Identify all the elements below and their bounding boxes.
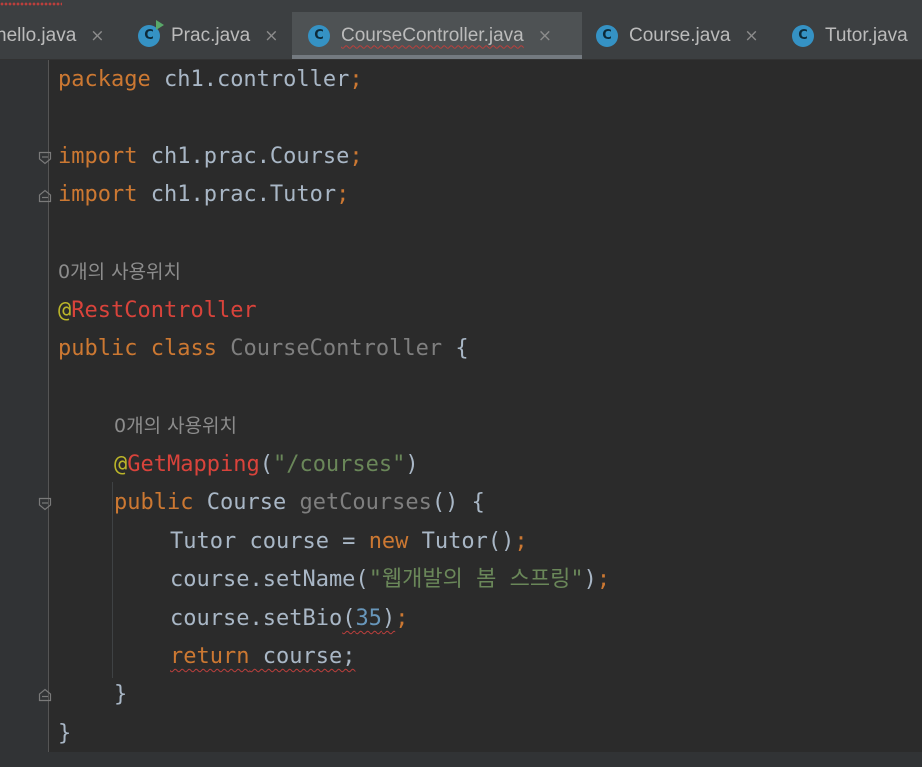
close-icon[interactable]: × — [538, 26, 552, 46]
tab-label: Tutor.java — [825, 24, 908, 46]
tab-label: CourseController.java — [341, 24, 524, 46]
code-line-method-close: } — [114, 682, 128, 707]
fold-close-icon[interactable] — [38, 189, 52, 203]
error-arg: (35) — [342, 606, 396, 631]
code-line-package: package ch1.controller; — [58, 67, 363, 92]
fold-open-icon[interactable] — [38, 151, 52, 165]
usage-hint[interactable]: 0개의 사용위치 — [114, 407, 237, 445]
editor-gutter — [0, 60, 49, 767]
code-line-import-tutor: import ch1.prac.Tutor; — [58, 182, 350, 207]
java-class-icon: C — [138, 19, 164, 47]
tab-course-java[interactable]: C Course.java × — [596, 12, 771, 59]
tab-prac-java[interactable]: C Prac.java × — [138, 12, 290, 59]
tab-label: Course.java — [629, 24, 731, 46]
tab-label: Prac.java — [171, 24, 251, 46]
editor-tab-bar: hello.java × C Prac.java × C CourseContr… — [0, 12, 922, 60]
run-icon — [156, 19, 164, 30]
indent-guide — [112, 482, 113, 678]
usage-hint[interactable]: 0개의 사용위치 — [58, 253, 181, 291]
close-icon[interactable]: × — [264, 26, 278, 46]
close-icon[interactable]: × — [744, 26, 758, 46]
java-class-icon: C — [596, 24, 618, 47]
fold-close-icon[interactable] — [38, 688, 52, 702]
code-line-set-name: course.setName("웹개발의 봄 스프링"); — [170, 567, 611, 592]
tab-hello-java[interactable]: hello.java × — [0, 12, 117, 59]
code-line-return: return course; — [170, 638, 355, 676]
code-line-set-bio: course.setBio(35); — [170, 606, 409, 631]
code-line-method-decl: public Course getCourses() { — [114, 490, 485, 515]
error-return: return course; — [170, 644, 356, 669]
code-line-import-course: import ch1.prac.Course; — [58, 144, 363, 169]
code-line-class-close: } — [58, 721, 72, 746]
code-line-new-tutor: Tutor course = new Tutor(); — [170, 529, 528, 554]
java-class-icon: C — [792, 24, 814, 47]
tab-tutor-java[interactable]: C Tutor.java — [792, 12, 908, 59]
bottom-strip — [0, 752, 922, 767]
error-squiggle — [0, 2, 62, 6]
close-icon[interactable]: × — [90, 26, 104, 46]
code-line-get-mapping: @GetMapping("/courses") — [114, 452, 419, 477]
tab-coursecontroller-java[interactable]: C CourseController.java × — [292, 12, 582, 59]
tab-label: hello.java — [0, 24, 77, 46]
java-class-icon: C — [308, 24, 330, 47]
title-strip — [0, 0, 922, 12]
code-line-annotation: @RestController — [58, 298, 257, 323]
fold-open-icon[interactable] — [38, 497, 52, 511]
code-line-class-decl: public class CourseController { — [58, 336, 469, 361]
